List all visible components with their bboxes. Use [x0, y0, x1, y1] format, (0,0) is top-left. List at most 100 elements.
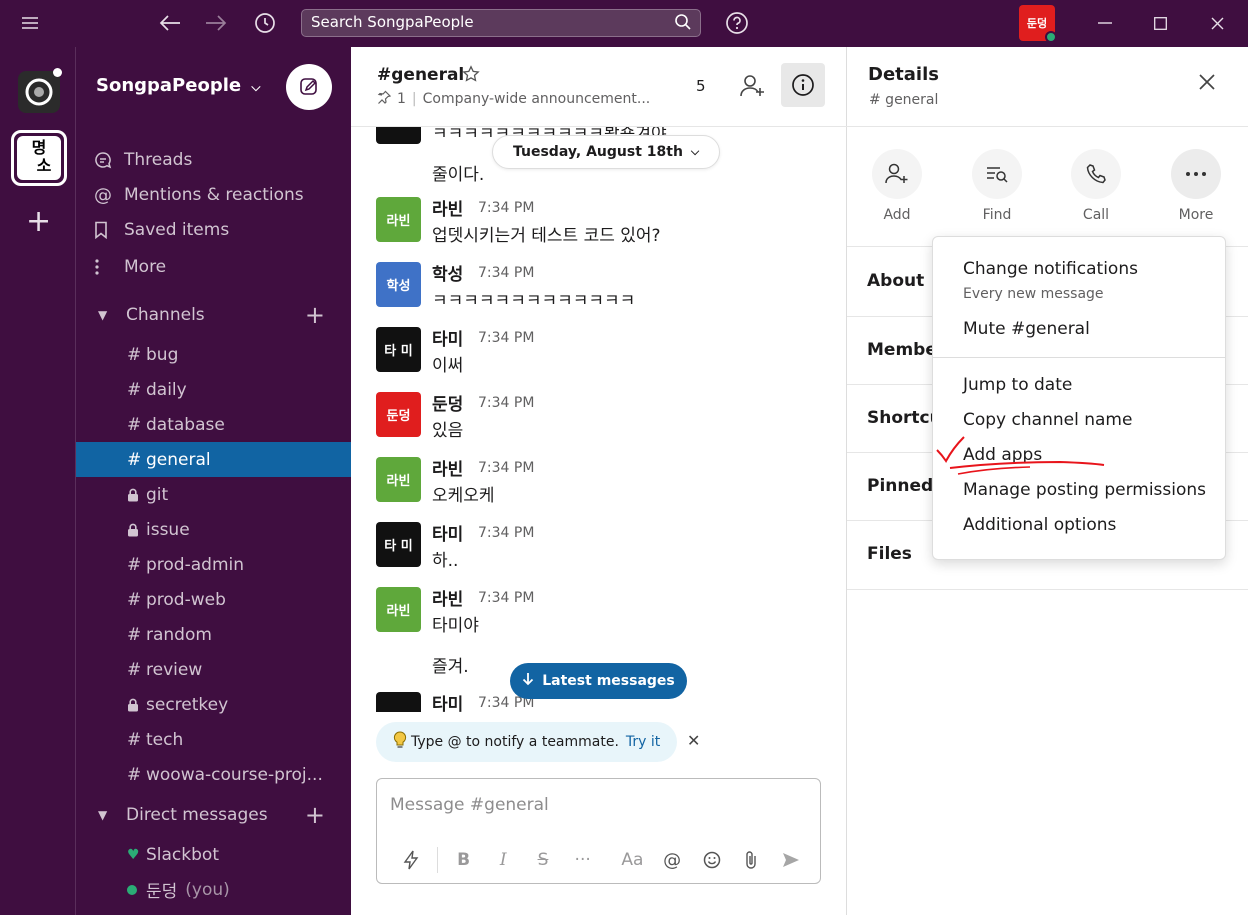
workspace-name-menu[interactable]: SongpaPeople ⌵ [96, 75, 260, 96]
dismiss-hint-close-icon[interactable]: ✕ [687, 731, 700, 750]
message-author[interactable]: 라빈 [432, 585, 463, 610]
nav-mentions[interactable]: @ Mentions & reactions [94, 180, 304, 210]
message-author[interactable]: 학성 [432, 260, 463, 285]
channel-description[interactable]: Company-wide announcement... [423, 91, 651, 107]
details-call-button[interactable]: Call [1056, 149, 1136, 223]
history-clock-icon[interactable] [252, 11, 278, 35]
message-timestamp[interactable]: 7:34 PM [478, 265, 534, 281]
sidebar-channel-item[interactable]: # database [76, 407, 351, 442]
mention-at-icon[interactable]: @ [652, 850, 692, 871]
sidebar-channel-item[interactable]: # woowa-course-proj... [76, 757, 351, 792]
dm-item-self[interactable]: 둔덩 (you) [76, 872, 351, 907]
shortcuts-lightning-icon[interactable] [391, 850, 431, 870]
forward-arrow-icon[interactable] [203, 11, 229, 35]
text-format-icon[interactable]: Aa [613, 850, 653, 870]
message-avatar[interactable]: 라빈 [376, 197, 421, 242]
menu-mute-channel[interactable]: Mute #general [963, 319, 1090, 339]
send-icon[interactable] [771, 852, 811, 868]
help-icon[interactable] [724, 10, 750, 36]
message-timestamp[interactable]: 7:34 PM [478, 395, 534, 411]
message-avatar[interactable]: 라빈 [376, 587, 421, 632]
latest-messages-button[interactable]: Latest messages [510, 663, 687, 699]
sidebar-channel-item[interactable]: # prod-admin [76, 547, 351, 582]
message-author[interactable]: 타미 [432, 690, 463, 712]
message-author[interactable]: 라빈 [432, 195, 463, 220]
sidebar-channel-item[interactable]: git [76, 477, 351, 512]
details-about-row[interactable]: About [867, 271, 924, 291]
emoji-icon[interactable] [692, 851, 732, 869]
add-people-button[interactable] [731, 64, 775, 108]
date-divider-button[interactable]: Tuesday, August 18th ⌵ [492, 135, 721, 169]
sidebar-channel-item[interactable]: secretkey [76, 687, 351, 722]
minimize-window-icon[interactable] [1093, 12, 1117, 34]
italic-icon[interactable]: I [483, 850, 523, 870]
message-avatar[interactable]: 라빈 [376, 457, 421, 502]
bold-icon[interactable]: B [444, 850, 484, 870]
menu-add-apps[interactable]: Add apps [963, 445, 1042, 465]
nav-saved[interactable]: Saved items [94, 215, 229, 245]
details-pinned-row[interactable]: Pinned [867, 476, 933, 496]
message-author[interactable]: 타미 [432, 520, 463, 545]
sidebar-channel-item[interactable]: # daily [76, 372, 351, 407]
member-count[interactable]: 5 [696, 77, 706, 95]
pin-icon[interactable] [377, 90, 392, 108]
close-details-icon[interactable] [1198, 73, 1216, 95]
details-add-button[interactable]: Add [857, 149, 937, 223]
menu-change-notifications[interactable]: Change notifications [963, 259, 1138, 279]
message-timestamp[interactable]: 7:34 PM [478, 330, 534, 346]
sidebar-channel-item[interactable]: # bug [76, 337, 351, 372]
nav-more[interactable]: More [94, 252, 166, 282]
workspace-switcher-1[interactable] [18, 71, 60, 113]
sidebar-channel-item[interactable]: # prod-web [76, 582, 351, 617]
message-avatar[interactable]: 학성 [376, 262, 421, 307]
search-bar[interactable]: Search SongpaPeople [301, 9, 701, 37]
menu-manage-posting-permissions[interactable]: Manage posting permissions [963, 480, 1206, 500]
sidebar-channel-item[interactable]: issue [76, 512, 351, 547]
message-avatar[interactable]: 둔덩 [376, 392, 421, 437]
channels-section-header[interactable]: ▼ Channels + [98, 300, 333, 330]
dm-section-header[interactable]: ▼ Direct messages + [98, 800, 333, 830]
menu-jump-to-date[interactable]: Jump to date [963, 375, 1072, 395]
attachment-paperclip-icon[interactable] [732, 850, 772, 870]
pin-count[interactable]: 1 [397, 91, 406, 107]
message-author[interactable]: 라빈 [432, 455, 463, 480]
message-timestamp[interactable]: 7:34 PM [478, 200, 534, 216]
try-it-link[interactable]: Try it [626, 734, 660, 750]
details-files-row[interactable]: Files [867, 544, 912, 564]
sidebar-channel-item[interactable]: # general [76, 442, 351, 477]
workspace-switcher-2[interactable]: 명 소 [11, 130, 67, 186]
details-shortcuts-row[interactable]: Shortcu [867, 408, 942, 428]
message-timestamp[interactable]: 7:34 PM [478, 590, 534, 606]
strikethrough-icon[interactable]: S [523, 850, 563, 870]
back-arrow-icon[interactable] [157, 11, 183, 35]
add-workspace-plus-icon[interactable]: + [26, 207, 51, 237]
close-window-icon[interactable] [1205, 12, 1229, 34]
star-icon[interactable] [462, 65, 480, 87]
menu-additional-options[interactable]: Additional options [963, 515, 1116, 535]
message-timestamp[interactable]: 7:34 PM [478, 460, 534, 476]
hamburger-menu-icon[interactable] [18, 12, 42, 34]
message-avatar[interactable]: 타 미 [376, 522, 421, 567]
sidebar-channel-item[interactable]: # tech [76, 722, 351, 757]
nav-threads[interactable]: Threads [94, 145, 192, 175]
maximize-window-icon[interactable] [1148, 12, 1172, 34]
message-author[interactable]: 타미 [432, 325, 463, 350]
more-formatting-icon[interactable]: ··· [563, 850, 603, 870]
message-author[interactable]: 둔덩 [432, 390, 463, 415]
message-composer[interactable]: Message #general B I S ··· Aa @ [376, 778, 821, 884]
message-avatar[interactable] [376, 127, 421, 144]
dm-item-slackbot[interactable]: ♥ Slackbot [76, 837, 351, 872]
details-more-button[interactable]: More [1156, 149, 1236, 223]
channel-details-button[interactable] [781, 63, 825, 107]
add-channel-plus-icon[interactable]: + [305, 301, 325, 329]
message-avatar[interactable] [376, 692, 421, 712]
sidebar-channel-item[interactable]: # review [76, 652, 351, 687]
message-timestamp[interactable]: 7:34 PM [478, 525, 534, 541]
details-find-button[interactable]: Find [957, 149, 1037, 223]
channel-title[interactable]: #general [377, 65, 464, 85]
new-message-button[interactable] [286, 64, 332, 110]
sidebar-channel-item[interactable]: # random [76, 617, 351, 652]
add-dm-plus-icon[interactable]: + [305, 801, 325, 829]
menu-copy-channel-name[interactable]: Copy channel name [963, 410, 1132, 430]
message-avatar[interactable]: 타 미 [376, 327, 421, 372]
